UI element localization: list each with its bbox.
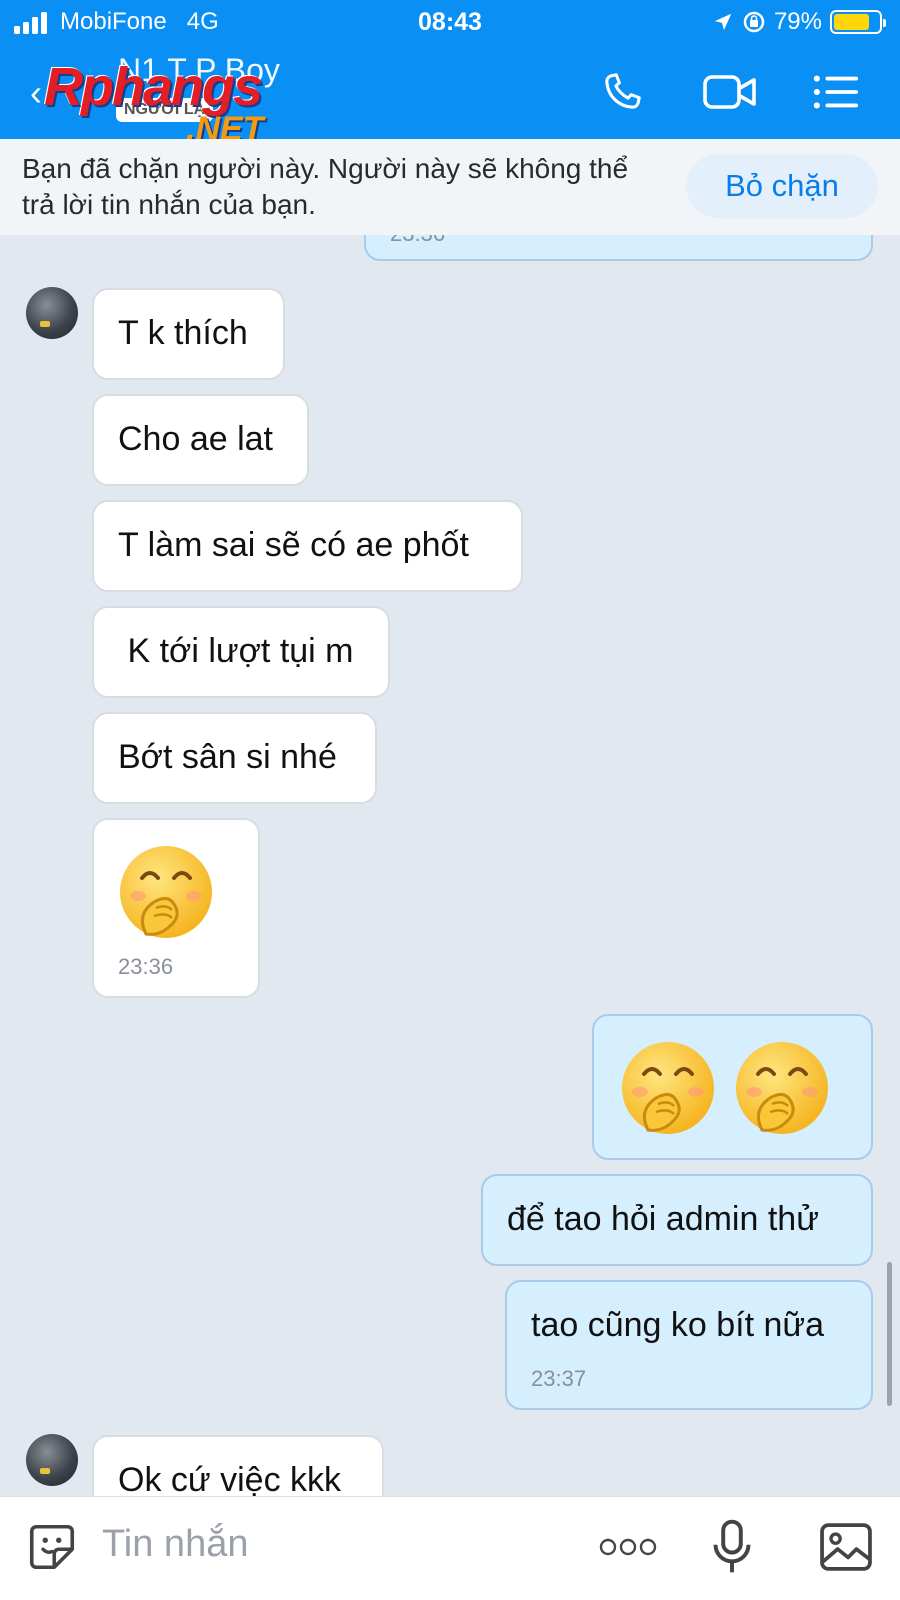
blush-emoji-icon [736, 1042, 828, 1134]
phone-icon[interactable] [596, 66, 648, 118]
back-arrow-icon[interactable]: ‹ [30, 72, 42, 114]
sticker-message-incoming[interactable]: 23:36 [92, 818, 260, 998]
stranger-badge: NGƯỜI LẠ [116, 98, 214, 122]
chat-area[interactable]: 23:36 T k thích Cho ae lat T làm sai sẽ … [0, 235, 900, 1496]
status-bar: MobiFone 4G 08:43 79% [0, 0, 900, 46]
blush-emoji-icon [622, 1042, 714, 1134]
location-icon [714, 13, 732, 31]
sticker-icon[interactable] [22, 1517, 82, 1577]
sticker-message-outgoing[interactable] [592, 1014, 873, 1160]
rotation-lock-icon [743, 11, 765, 33]
top-bar: MobiFone 4G 08:43 79% ‹ N1 T P Boy NGƯỜI… [0, 0, 900, 148]
status-right: 79% [712, 8, 886, 36]
message-bubble-outgoing[interactable]: để tao hỏi admin thử [481, 1174, 873, 1266]
message-bubble-outgoing[interactable]: 23:36 [364, 235, 873, 261]
message-bubble-incoming[interactable]: Cho ae lat [92, 394, 309, 486]
message-bubble-incoming[interactable]: Bớt sân si nhé [92, 712, 377, 804]
message-bubble-outgoing[interactable]: tao cũng ko bít nữa 23:37 [505, 1280, 873, 1410]
message-bubble-incoming[interactable]: T làm sai sẽ có ae phốt [92, 500, 523, 592]
scrollbar[interactable] [887, 1262, 892, 1406]
video-call-icon[interactable] [700, 66, 760, 118]
battery-percent: 79% [773, 8, 822, 35]
blocked-notice: Bạn đã chặn người này. Người này sẽ khôn… [22, 153, 629, 220]
message-bubble-incoming[interactable]: K tới lượt tụi m [92, 606, 390, 698]
message-bubble-incoming[interactable]: Ok cứ việc kkk [92, 1435, 384, 1496]
message-input[interactable]: Tin nhắn [102, 1523, 248, 1566]
image-icon[interactable] [816, 1517, 876, 1577]
unblock-button[interactable]: Bỏ chặn [686, 154, 878, 218]
avatar[interactable] [26, 1434, 78, 1486]
microphone-icon[interactable] [702, 1517, 762, 1577]
contact-name[interactable]: N1 T P Boy [118, 52, 280, 89]
blocked-banner: Bạn đã chặn người này. Người này sẽ khôn… [0, 139, 900, 235]
blush-emoji-icon [120, 846, 212, 938]
menu-list-icon[interactable] [810, 66, 862, 118]
avatar[interactable] [26, 287, 78, 339]
message-bubble-incoming[interactable]: T k thích [92, 288, 285, 380]
more-icon[interactable] [596, 1517, 660, 1577]
message-input-bar: Tin nhắn [0, 1496, 900, 1600]
battery-icon [830, 10, 886, 34]
